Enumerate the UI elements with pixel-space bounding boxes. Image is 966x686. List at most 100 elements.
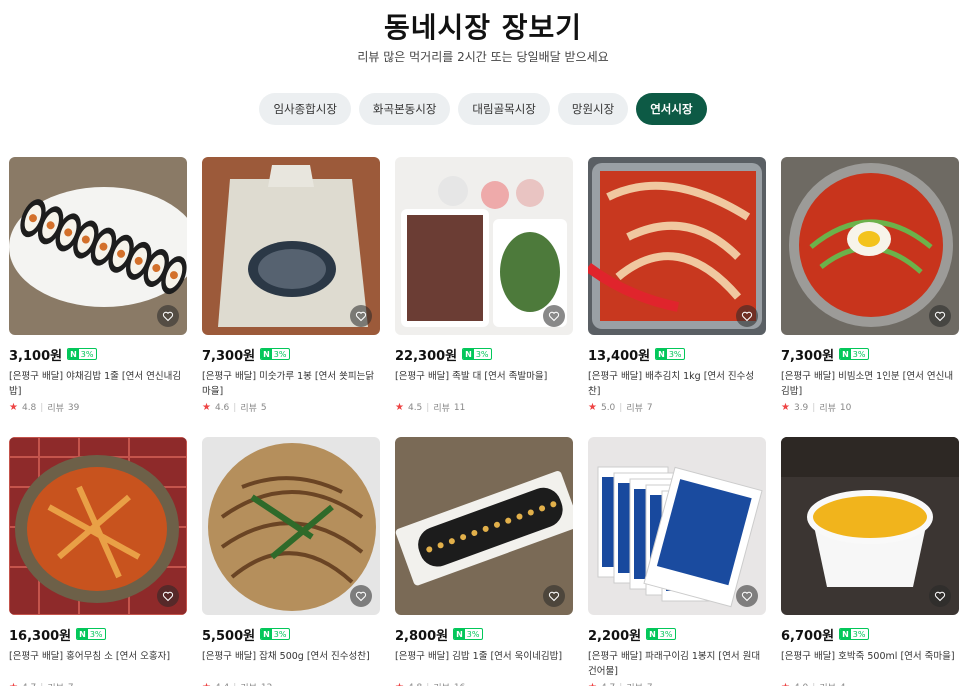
page-title: 동네시장 장보기: [383, 11, 583, 44]
tab-market-3[interactable]: 대림골목시장: [458, 93, 550, 125]
npay-percent: 3%: [466, 629, 480, 639]
product-image[interactable]: [202, 157, 380, 335]
review-count: 7: [68, 683, 74, 686]
product-meta: ★ 4.7 | 리뷰 7: [588, 681, 766, 686]
star-icon: ★: [781, 682, 790, 686]
product-meta: ★ 4.7 | 리뷰 7: [9, 681, 187, 686]
npay-logo-icon: N: [454, 629, 465, 639]
review-label: 리뷰: [819, 681, 836, 686]
npay-percent: 3%: [852, 629, 866, 639]
product-card[interactable]: 16,300원 N 3% [은평구 배달] 홍어무침 소 [연서 오홍자] ★ …: [9, 437, 187, 686]
npay-logo-icon: N: [261, 349, 272, 359]
tab-market-4[interactable]: 망원시장: [557, 93, 629, 125]
heart-icon[interactable]: [543, 585, 565, 607]
product-price: 3,100원: [9, 348, 63, 364]
npay-percent: 3%: [89, 629, 103, 639]
product-card[interactable]: 6,700원 N 3% [은평구 배달] 호박죽 500ml [연서 죽마을] …: [781, 437, 959, 686]
npay-badge: N 3%: [839, 628, 869, 640]
page-subtitle: 리뷰 많은 먹거리를 2시간 또는 당일배달 받으세요: [357, 50, 609, 64]
market-tabs: 임사종합시장 화곡본동시장 대림골목시장 망원시장 연서시장: [0, 93, 966, 125]
review-label: 리뷰: [47, 681, 64, 686]
product-name[interactable]: [은평구 배달] 미숫가루 1봉 [연서 쑛피는닭마을]: [202, 369, 380, 399]
heart-icon[interactable]: [736, 585, 758, 607]
review-count: 4: [840, 683, 846, 686]
product-image[interactable]: [781, 157, 959, 335]
product-price: 5,500원: [202, 628, 256, 644]
npay-logo-icon: N: [647, 629, 658, 639]
product-card[interactable]: 5,500원 N 3% [은평구 배달] 잡채 500g [연서 진수성찬] ★…: [202, 437, 380, 686]
price-row: 13,400원 N 3%: [588, 347, 766, 364]
heart-icon[interactable]: [543, 305, 565, 327]
product-name[interactable]: [은평구 배달] 야채김밥 1줄 [연서 연신내김밥]: [9, 369, 187, 399]
price-row: 7,300원 N 3%: [781, 347, 959, 364]
heart-icon[interactable]: [929, 585, 951, 607]
product-price: 22,300원: [395, 348, 458, 364]
product-name[interactable]: [은평구 배달] 호박죽 500ml [연서 죽마을]: [781, 649, 959, 679]
npay-percent: 3%: [273, 349, 287, 359]
heart-icon[interactable]: [929, 305, 951, 327]
npay-logo-icon: N: [840, 349, 851, 359]
star-icon: ★: [202, 402, 211, 413]
product-name[interactable]: [은평구 배달] 김밥 1줄 [연서 욱이네김밥]: [395, 649, 573, 679]
npay-logo-icon: N: [656, 349, 667, 359]
review-label: 리뷰: [433, 404, 450, 414]
product-rating: 4.7: [601, 683, 615, 686]
npay-logo-icon: N: [77, 629, 88, 639]
product-image[interactable]: [781, 437, 959, 615]
product-rating: 5.0: [600, 402, 616, 413]
heart-icon[interactable]: [350, 305, 372, 327]
tab-market-1[interactable]: 임사종합시장: [259, 93, 351, 125]
product-rating: 4.5: [407, 402, 423, 413]
product-meta: ★ 4.5 | 리뷰 11: [395, 401, 573, 414]
product-image[interactable]: [395, 437, 573, 615]
product-name[interactable]: [은평구 배달] 족발 대 [연서 족발마을]: [395, 369, 573, 399]
npay-badge: N 3%: [839, 348, 869, 360]
product-card[interactable]: 2,200원 N 3% [은평구 배달] 파래구이김 1봉지 [연서 원대건어물…: [588, 437, 766, 686]
npay-badge: N 3%: [67, 348, 97, 360]
product-name[interactable]: [은평구 배달] 배추김치 1kg [연서 진수성찬]: [588, 369, 766, 399]
product-meta: ★ 4.0 | 리뷰 4: [781, 681, 959, 686]
npay-logo-icon: N: [261, 629, 272, 639]
price-row: 5,500원 N 3%: [202, 627, 380, 644]
review-count: 5: [260, 402, 267, 413]
product-name[interactable]: [은평구 배달] 잡채 500g [연서 진수성찬]: [202, 649, 380, 679]
npay-percent: 3%: [80, 349, 94, 359]
tab-market-5[interactable]: 연서시장: [636, 93, 707, 125]
product-rating: 3.9: [793, 402, 809, 413]
price-row: 3,100원 N 3%: [9, 347, 187, 364]
product-image[interactable]: [202, 437, 380, 615]
product-card[interactable]: 7,300원 N 3% [은평구 배달] 미숫가루 1봉 [연서 쑛피는닭마을]…: [202, 157, 380, 437]
divider: |: [426, 683, 429, 686]
product-rating: 4.8: [408, 683, 422, 686]
star-icon: ★: [588, 682, 597, 686]
product-image[interactable]: [395, 157, 573, 335]
product-card[interactable]: 13,400원 N 3% [은평구 배달] 배추김치 1kg [연서 진수성찬]…: [588, 157, 766, 437]
product-card[interactable]: 2,800원 N 3% [은평구 배달] 김밥 1줄 [연서 욱이네김밥] ★ …: [395, 437, 573, 686]
star-icon: ★: [9, 682, 18, 686]
tab-market-2[interactable]: 화곡본동시장: [358, 93, 451, 125]
heart-icon[interactable]: [350, 585, 372, 607]
product-name[interactable]: [은평구 배달] 파래구이김 1봉지 [연서 원대건어물]: [588, 649, 766, 679]
price-row: 2,800원 N 3%: [395, 627, 573, 644]
review-count: 16: [454, 683, 465, 686]
product-image[interactable]: [9, 157, 187, 335]
divider: |: [233, 402, 237, 413]
product-card[interactable]: 7,300원 N 3% [은평구 배달] 비빔소면 1인분 [연서 연신내김밥]…: [781, 157, 959, 437]
product-name[interactable]: [은평구 배달] 홍어무침 소 [연서 오홍자]: [9, 649, 187, 679]
product-image[interactable]: [588, 437, 766, 615]
npay-badge: N 3%: [76, 628, 106, 640]
product-rating: 4.0: [794, 683, 808, 686]
product-meta: ★ 5.0 | 리뷰 7: [588, 401, 766, 414]
heart-icon[interactable]: [157, 585, 179, 607]
product-image[interactable]: [588, 157, 766, 335]
star-icon: ★: [9, 402, 18, 413]
heart-icon[interactable]: [736, 305, 758, 327]
product-card[interactable]: 3,100원 N 3% [은평구 배달] 야채김밥 1줄 [연서 연신내김밥] …: [9, 157, 187, 437]
product-image[interactable]: [9, 437, 187, 615]
npay-badge: N 3%: [453, 628, 483, 640]
review-count: 7: [646, 402, 653, 413]
heart-icon[interactable]: [157, 305, 179, 327]
product-price: 7,300원: [781, 348, 835, 364]
product-card[interactable]: 22,300원 N 3% [은평구 배달] 족발 대 [연서 족발마을] ★ 4…: [395, 157, 573, 437]
product-name[interactable]: [은평구 배달] 비빔소면 1인분 [연서 연신내김밥]: [781, 369, 959, 399]
